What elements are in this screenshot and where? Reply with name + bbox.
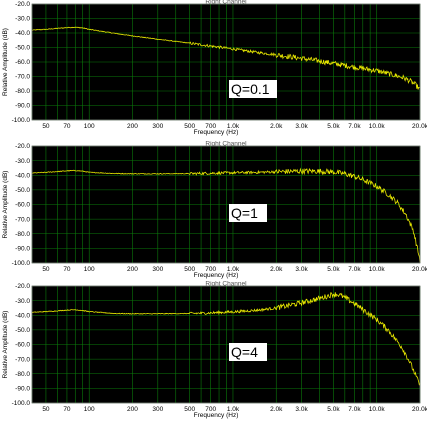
q-annotation: Q=1 <box>231 205 258 221</box>
x-tick-label: 7.0k <box>348 266 361 273</box>
x-tick-label: 200 <box>127 406 138 413</box>
q-annotation: Q=4 <box>231 344 258 360</box>
y-tick-label: -40.0 <box>15 312 30 319</box>
x-tick-label: 2.0k <box>270 406 283 413</box>
chart-panel-3: Right Channel-20.0-30.0-40.0-50.0-60.0-7… <box>2 281 427 420</box>
y-tick-label: -40.0 <box>15 172 30 179</box>
y-tick-label: -100.0 <box>12 117 31 124</box>
y-tick-label: -90.0 <box>15 386 30 393</box>
y-tick-label: -50.0 <box>15 187 30 194</box>
y-tick-label: -40.0 <box>15 30 30 37</box>
x-tick-label: 3.0k <box>295 123 308 130</box>
x-tick-label: 20.0k <box>412 406 427 413</box>
y-tick-label: -80.0 <box>15 371 30 378</box>
frequency-response-charts: Right Channel-20.0-30.0-40.0-50.0-60.0-7… <box>2 0 427 420</box>
x-tick-label: 20.0k <box>412 123 427 130</box>
y-tick-label: -50.0 <box>15 327 30 334</box>
chart-panel-1: Right Channel-20.0-30.0-40.0-50.0-60.0-7… <box>2 0 427 136</box>
x-tick-label: 10.0k <box>369 406 386 413</box>
x-tick-label: 200 <box>127 266 138 273</box>
x-tick-label: 3.0k <box>295 406 308 413</box>
x-tick-label: 100 <box>84 406 95 413</box>
y-axis-label: Relative Amplitude (dB) <box>2 171 9 239</box>
x-tick-label: 7.0k <box>348 123 361 130</box>
y-tick-label: -20.0 <box>15 283 30 290</box>
x-tick-label: 70 <box>63 123 71 130</box>
y-tick-label: -70.0 <box>15 356 30 363</box>
x-axis-label: Frequency (Hz) <box>194 412 239 419</box>
y-tick-label: -20.0 <box>15 1 30 8</box>
y-tick-label: -30.0 <box>15 16 30 23</box>
y-tick-label: -50.0 <box>15 45 30 52</box>
x-tick-label: 100 <box>84 266 95 273</box>
y-tick-label: -80.0 <box>15 88 30 95</box>
x-tick-label: 300 <box>152 123 163 130</box>
x-tick-label: 5.0k <box>327 406 340 413</box>
y-tick-label: -100.0 <box>12 260 31 267</box>
x-tick-label: 50 <box>42 123 50 130</box>
x-tick-label: 20.0k <box>412 266 427 273</box>
x-tick-label: 2.0k <box>270 123 283 130</box>
x-tick-label: 3.0k <box>295 266 308 273</box>
y-tick-label: -30.0 <box>15 298 30 305</box>
x-tick-label: 100 <box>84 123 95 130</box>
y-tick-label: -60.0 <box>15 342 30 349</box>
y-axis-label: Relative Amplitude (dB) <box>2 28 9 96</box>
y-tick-label: -100.0 <box>12 400 31 407</box>
x-tick-label: 200 <box>127 123 138 130</box>
x-tick-label: 10.0k <box>369 266 386 273</box>
y-tick-label: -90.0 <box>15 103 30 110</box>
y-tick-label: -30.0 <box>15 158 30 165</box>
x-tick-label: 2.0k <box>270 266 283 273</box>
x-axis-label: Frequency (Hz) <box>194 129 239 136</box>
x-tick-label: 50 <box>42 266 50 273</box>
x-axis-label: Frequency (Hz) <box>194 272 239 279</box>
y-axis-label: Relative Amplitude (dB) <box>2 311 9 379</box>
x-tick-label: 10.0k <box>369 123 386 130</box>
q-annotation: Q=0.1 <box>231 81 270 97</box>
y-tick-label: -60.0 <box>15 59 30 66</box>
x-tick-label: 70 <box>63 406 71 413</box>
chart-panel-2: Right Channel-20.0-30.0-40.0-50.0-60.0-7… <box>2 141 427 280</box>
y-tick-label: -70.0 <box>15 216 30 223</box>
y-tick-label: -60.0 <box>15 202 30 209</box>
x-tick-label: 50 <box>42 406 50 413</box>
y-tick-label: -70.0 <box>15 74 30 81</box>
y-tick-label: -90.0 <box>15 246 30 253</box>
y-tick-label: -80.0 <box>15 231 30 238</box>
x-tick-label: 300 <box>152 406 163 413</box>
x-tick-label: 70 <box>63 266 71 273</box>
x-tick-label: 5.0k <box>327 123 340 130</box>
x-tick-label: 5.0k <box>327 266 340 273</box>
x-tick-label: 7.0k <box>348 406 361 413</box>
y-tick-label: -20.0 <box>15 143 30 150</box>
x-tick-label: 300 <box>152 266 163 273</box>
